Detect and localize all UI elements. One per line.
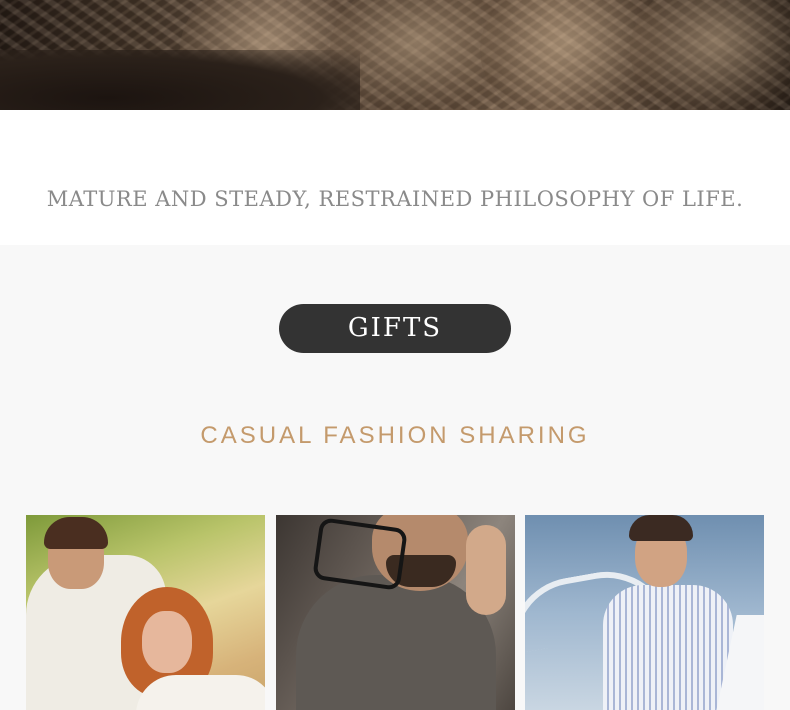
gifts-button[interactable]: GIFTS bbox=[279, 304, 511, 353]
gifts-section: GIFTS CASUAL FASHION SHARING bbox=[0, 245, 790, 710]
section-title: CASUAL FASHION SHARING bbox=[200, 422, 590, 449]
photo-card-couple[interactable] bbox=[26, 515, 265, 710]
hand bbox=[466, 525, 506, 615]
man-hair bbox=[44, 517, 108, 549]
striped-shirt bbox=[603, 585, 733, 710]
woman-face bbox=[142, 611, 192, 673]
philosophy-section: MATURE AND STEADY, RESTRAINED PHILOSOPHY… bbox=[0, 110, 790, 245]
philosophy-text: MATURE AND STEADY, RESTRAINED PHILOSOPHY… bbox=[46, 187, 744, 211]
photo-card-glasses-man[interactable] bbox=[276, 515, 515, 710]
man-hair bbox=[629, 515, 693, 541]
photo-card-striped-shirt[interactable] bbox=[525, 515, 764, 710]
woman-dress bbox=[136, 675, 265, 710]
rope-strand-4 bbox=[630, 0, 790, 110]
ground-shadow bbox=[0, 50, 360, 110]
glasses-icon bbox=[312, 517, 408, 591]
hero-rope-image bbox=[0, 0, 790, 110]
